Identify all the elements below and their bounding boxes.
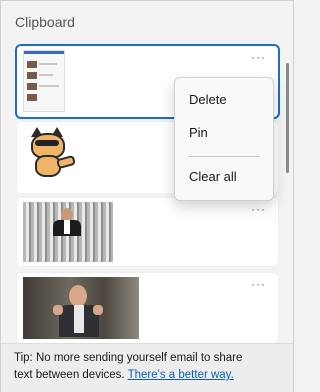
clipboard-item-4[interactable]: ··· — [17, 273, 278, 343]
person-hand — [93, 305, 103, 315]
cat-sunglasses — [35, 140, 59, 146]
menu-item-pin[interactable]: Pin — [175, 118, 273, 148]
tip-link[interactable]: There's a better way. — [128, 369, 234, 381]
thumbnail-line — [39, 74, 53, 76]
thumbnail-row — [27, 61, 37, 68]
tip-text: text between devices. — [14, 369, 125, 381]
more-options-icon[interactable]: ··· — [251, 277, 266, 291]
thumbnail-line — [39, 63, 57, 65]
cat-sticker-image — [23, 127, 79, 187]
more-options-icon[interactable]: ··· — [251, 202, 266, 216]
gif-thumbnail — [23, 202, 113, 262]
person-shirt — [74, 305, 84, 333]
scrollbar[interactable] — [286, 63, 289, 173]
thumbnail-row — [27, 72, 37, 79]
clipboard-panel: Clipboard ··· ··· ··· Delete Pin Clear a… — [0, 0, 294, 392]
thumbnail-row — [27, 83, 37, 90]
panel-title: Clipboard — [15, 14, 75, 30]
menu-item-clear-all[interactable]: Clear all — [175, 162, 273, 192]
thumbnail-header — [24, 51, 64, 54]
person-hand — [53, 305, 63, 315]
gif-thumbnail — [23, 277, 139, 339]
tip-text-line1: Tip: No more sending yourself email to s… — [14, 352, 243, 364]
thumbnail-line — [39, 85, 59, 87]
thumbnail-row — [27, 94, 37, 101]
context-menu: Delete Pin Clear all — [174, 77, 274, 201]
screenshot-thumbnail — [23, 50, 65, 112]
more-options-icon[interactable]: ··· — [251, 50, 266, 64]
person-head — [69, 285, 87, 307]
tip-footer: Tip: No more sending yourself email to s… — [1, 343, 293, 392]
person-shirt — [64, 220, 70, 234]
menu-separator — [188, 156, 260, 157]
menu-item-delete[interactable]: Delete — [175, 85, 273, 115]
clipboard-item-3[interactable]: ··· — [17, 198, 278, 266]
tip-text-line2: text between devices. There's a better w… — [14, 367, 234, 384]
